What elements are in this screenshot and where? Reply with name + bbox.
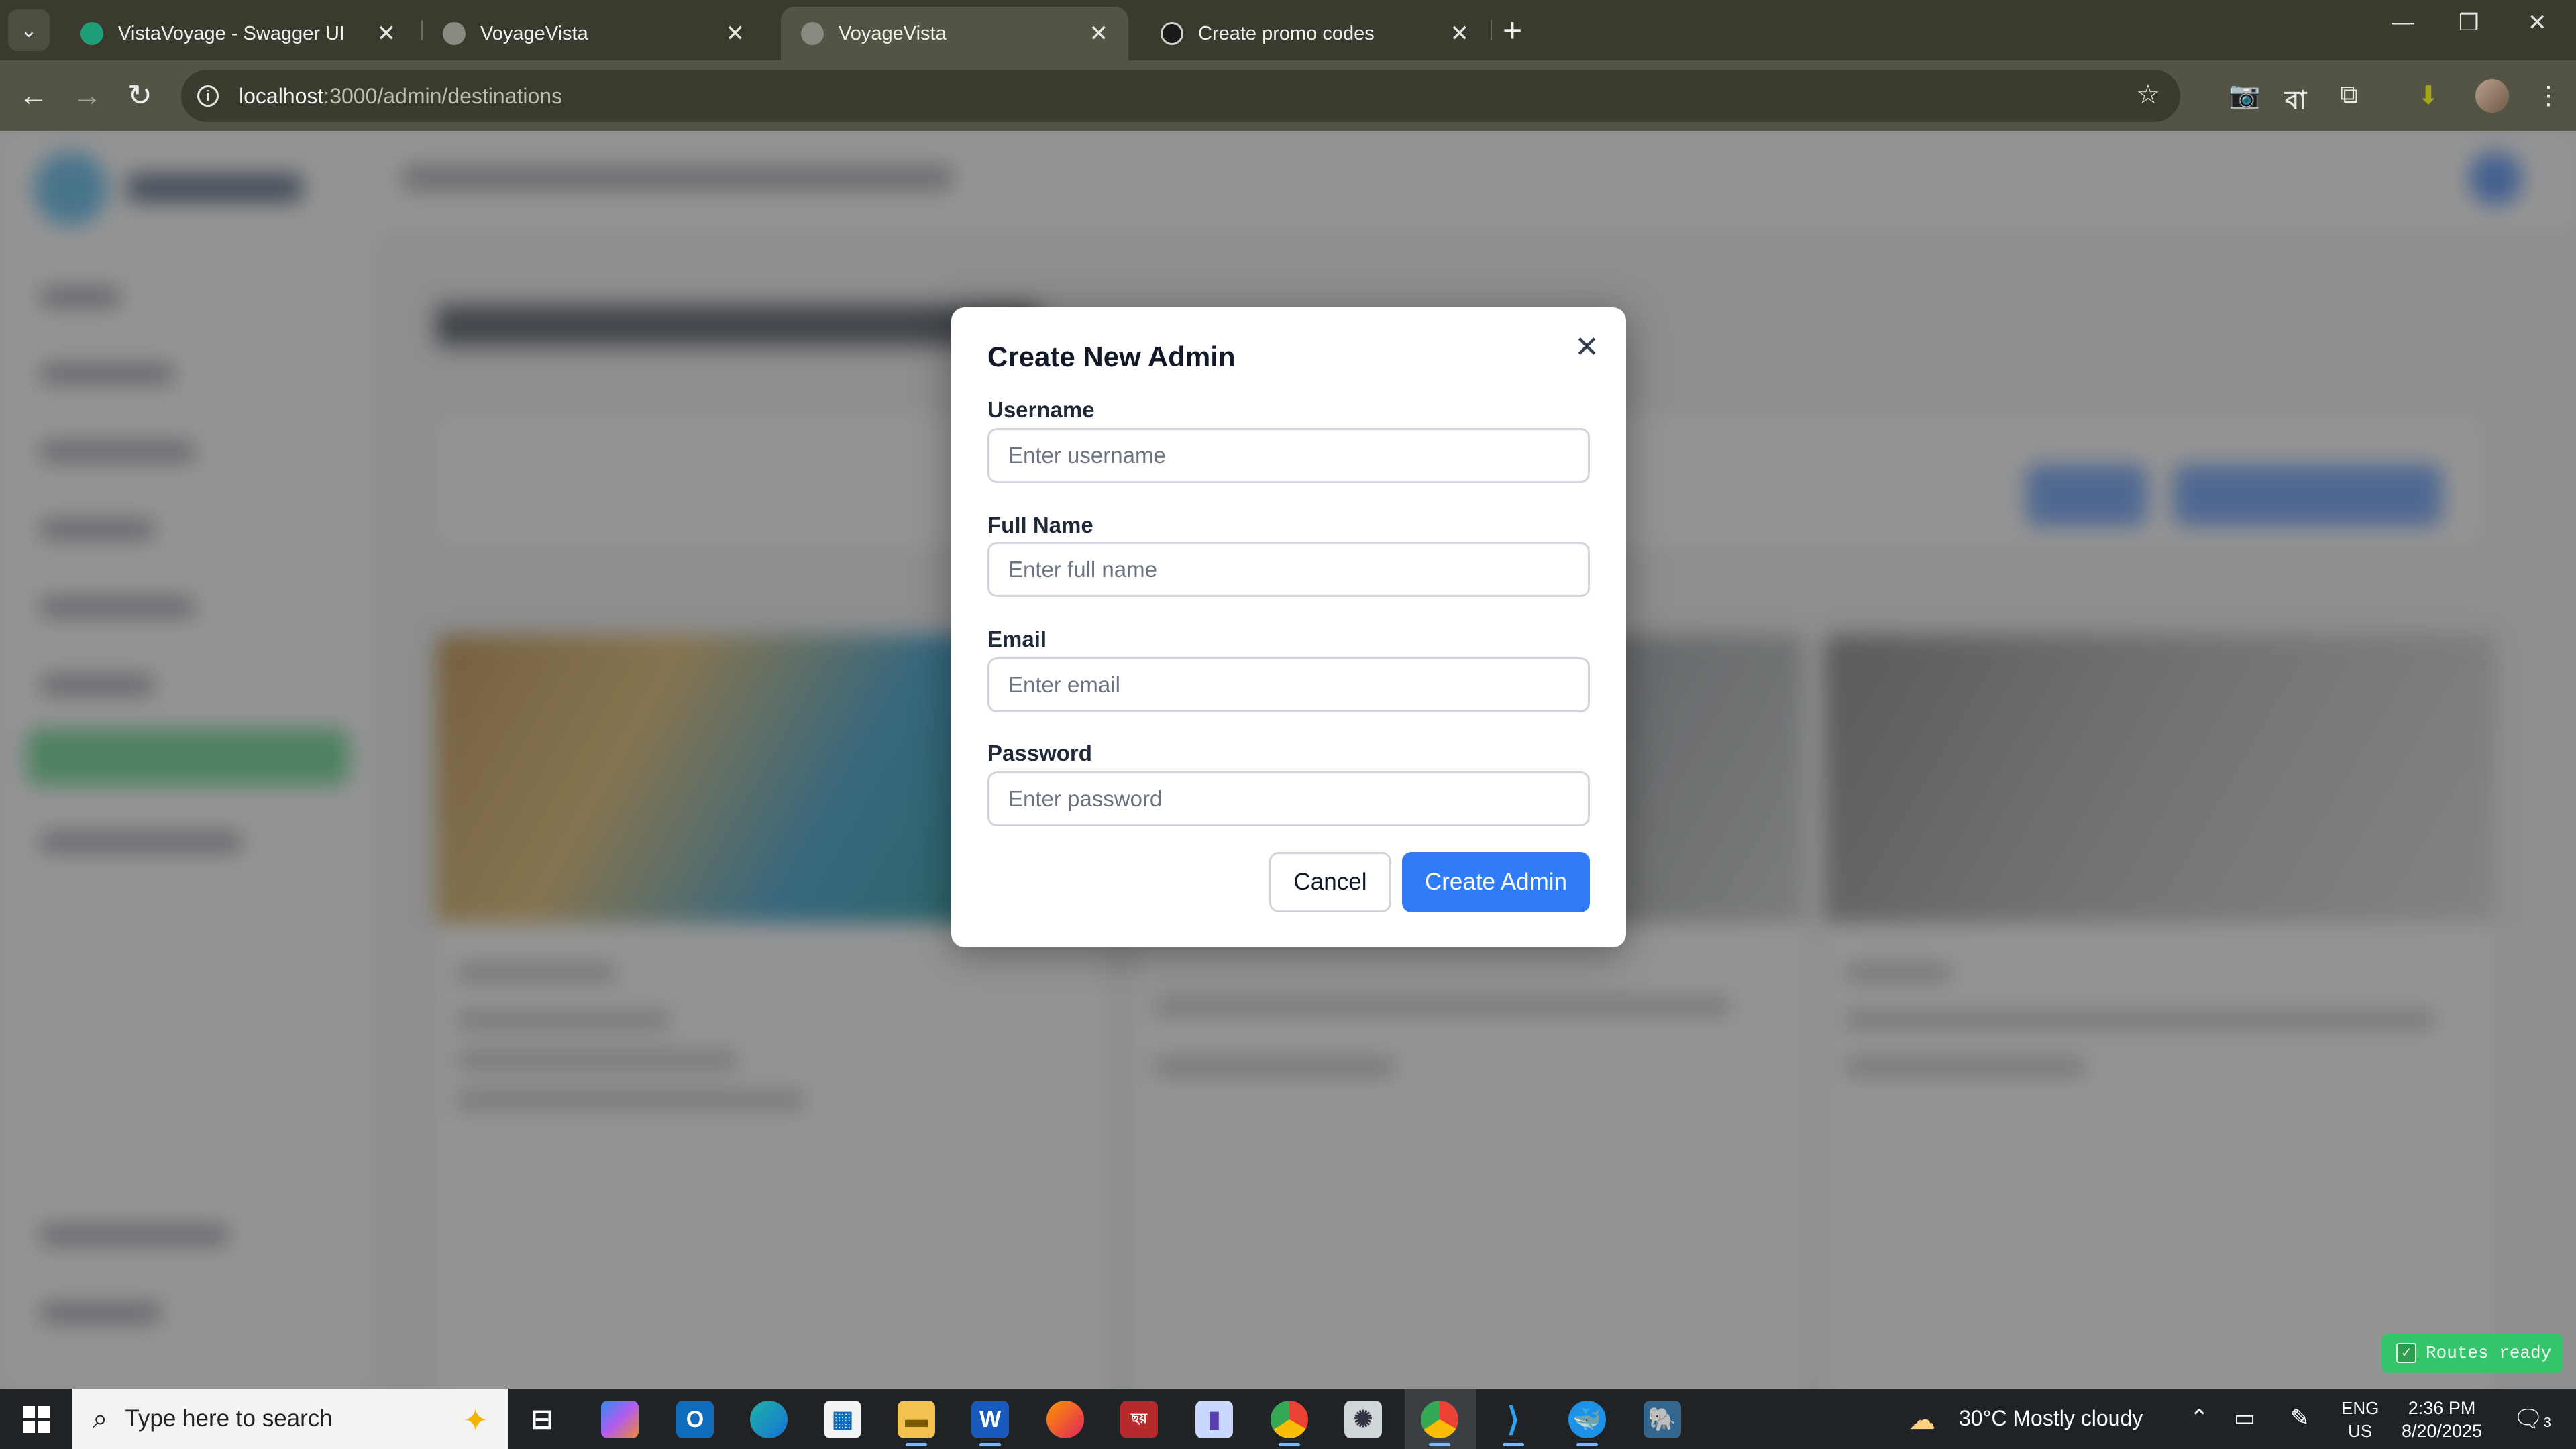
- search-placeholder: Type here to search: [125, 1405, 333, 1432]
- taskbar-search-box[interactable]: ⌕ Type here to search ✦: [72, 1389, 508, 1449]
- email-label: Email: [987, 627, 1047, 651]
- password-input[interactable]: [987, 771, 1590, 826]
- bookmark-star-icon[interactable]: ☆: [2136, 79, 2160, 110]
- openai-icon: [1161, 22, 1183, 45]
- clock[interactable]: 2:36 PM 8/20/2025: [2402, 1397, 2482, 1442]
- chevron-up-icon[interactable]: ⌃: [2190, 1405, 2209, 1432]
- tab-title: VoyageVista: [839, 22, 947, 44]
- swagger-favicon-icon: [80, 22, 103, 45]
- language-indicator[interactable]: ENG US: [2341, 1397, 2379, 1442]
- checkmark-icon: ✓: [2396, 1343, 2416, 1363]
- url-path: :3000/admin/destinations: [323, 83, 563, 108]
- email-input[interactable]: [987, 657, 1590, 712]
- create-admin-button[interactable]: Create Admin: [1402, 852, 1590, 912]
- username-input[interactable]: [987, 428, 1590, 483]
- bijoy-icon[interactable]: ছয়: [1120, 1401, 1158, 1438]
- outlook-icon[interactable]: O: [676, 1401, 714, 1438]
- modal-title: Create New Admin: [987, 341, 1236, 372]
- pen-icon[interactable]: ✎: [2290, 1405, 2310, 1432]
- reload-icon[interactable]: ↻: [127, 76, 152, 115]
- tab-swagger[interactable]: VistaVoyage - Swagger UI ✕: [60, 7, 416, 60]
- chrome-profile-icon[interactable]: [1421, 1401, 1458, 1446]
- tab-voyagevista-1[interactable]: VoyageVista ✕: [423, 7, 765, 60]
- tab-title: VistaVoyage - Swagger UI: [118, 22, 345, 44]
- profile-avatar[interactable]: [2475, 79, 2509, 113]
- chrome-icon[interactable]: [1271, 1401, 1308, 1446]
- windows-start-icon[interactable]: [23, 1406, 50, 1433]
- forward-arrow-icon[interactable]: →: [72, 76, 102, 115]
- notification-icon[interactable]: 🗨3: [2513, 1405, 2551, 1433]
- browser-tab-strip: ⌄ VistaVoyage - Swagger UI ✕ VoyageVista…: [0, 0, 2576, 60]
- tab-search-button[interactable]: ⌄: [8, 9, 50, 51]
- notification-count: 3: [2543, 1415, 2551, 1430]
- toast-text: Routes ready: [2426, 1343, 2552, 1363]
- clock-date: 8/20/2025: [2402, 1421, 2483, 1441]
- weather-text[interactable]: 30°C Mostly cloudy: [1959, 1406, 2143, 1431]
- globe-icon: [443, 22, 466, 45]
- lang-region: US: [2348, 1421, 2373, 1441]
- search-icon: ⌕: [93, 1403, 108, 1434]
- lang-code: ENG: [2341, 1398, 2379, 1418]
- notion-like-app-icon[interactable]: ▮: [1195, 1401, 1233, 1438]
- new-tab-button[interactable]: +: [1503, 12, 1522, 48]
- postgres-icon[interactable]: 🐘: [1644, 1401, 1681, 1438]
- bangla-input-icon[interactable]: বা: [2285, 80, 2306, 123]
- site-info-icon[interactable]: i: [197, 85, 219, 107]
- download-icon[interactable]: ⬇: [2418, 80, 2439, 111]
- firefox-icon[interactable]: [1046, 1401, 1084, 1438]
- edge-icon[interactable]: [750, 1401, 788, 1438]
- camera-icon[interactable]: 📷: [2229, 80, 2260, 110]
- kebab-menu-icon[interactable]: ⋮: [2536, 80, 2561, 111]
- extensions-icon[interactable]: ⧉: [2340, 80, 2358, 109]
- browser-toolbar: ← → ↻ i localhost:3000/admin/destination…: [0, 60, 2576, 131]
- task-view-icon[interactable]: ⊟: [523, 1401, 561, 1438]
- close-icon[interactable]: ✕: [1089, 20, 1109, 47]
- pinwheel-app-icon[interactable]: ✺: [1344, 1401, 1382, 1438]
- window-close-icon[interactable]: ✕: [2528, 9, 2547, 36]
- full-name-input[interactable]: [987, 542, 1590, 597]
- globe-icon: [801, 22, 824, 45]
- minimize-icon[interactable]: —: [2392, 9, 2414, 36]
- chevron-down-icon: ⌄: [20, 19, 38, 42]
- cancel-button[interactable]: Cancel: [1269, 852, 1391, 912]
- windows-taskbar: ⌕ Type here to search ✦ ⊟ O ▦ ▬ W ছয় ▮ …: [0, 1389, 2576, 1449]
- tab-voyagevista-active[interactable]: VoyageVista ✕: [781, 7, 1128, 60]
- back-arrow-icon[interactable]: ←: [19, 76, 48, 115]
- restore-icon[interactable]: ❐: [2459, 9, 2479, 36]
- tab-title: VoyageVista: [480, 22, 588, 44]
- close-icon[interactable]: ✕: [1450, 20, 1470, 47]
- vscode-icon[interactable]: ⟩: [1495, 1401, 1532, 1446]
- tab-title: Create promo codes: [1198, 22, 1375, 44]
- docker-icon[interactable]: 🐳: [1568, 1401, 1606, 1446]
- tab-promo-codes[interactable]: Create promo codes ✕: [1140, 7, 1489, 60]
- url-host: localhost: [239, 83, 324, 108]
- close-icon[interactable]: ✕: [726, 20, 745, 47]
- display-icon[interactable]: ▭: [2234, 1405, 2255, 1432]
- word-icon[interactable]: W: [971, 1401, 1009, 1446]
- clock-time: 2:36 PM: [2408, 1398, 2476, 1418]
- address-bar[interactable]: i localhost:3000/admin/destinations ☆: [181, 70, 2180, 122]
- weather-cloud-icon: ☁: [1909, 1405, 1935, 1435]
- sparkle-icon: ✦: [462, 1403, 488, 1438]
- tab-divider: [1491, 20, 1492, 40]
- password-label: Password: [987, 741, 1092, 765]
- routes-ready-toast: ✓ Routes ready: [2381, 1334, 2563, 1373]
- url-text: localhost:3000/admin/destinations: [239, 84, 562, 109]
- copilot-icon[interactable]: [601, 1401, 639, 1438]
- file-explorer-icon[interactable]: ▬: [898, 1401, 935, 1446]
- username-label: Username: [987, 397, 1095, 422]
- full-name-label: Full Name: [987, 513, 1093, 537]
- create-admin-modal: Create New Admin ✕ Username Full Name Em…: [951, 307, 1626, 947]
- microsoft-store-icon[interactable]: ▦: [824, 1401, 861, 1438]
- close-icon[interactable]: ✕: [377, 20, 396, 47]
- close-icon[interactable]: ✕: [1574, 331, 1599, 364]
